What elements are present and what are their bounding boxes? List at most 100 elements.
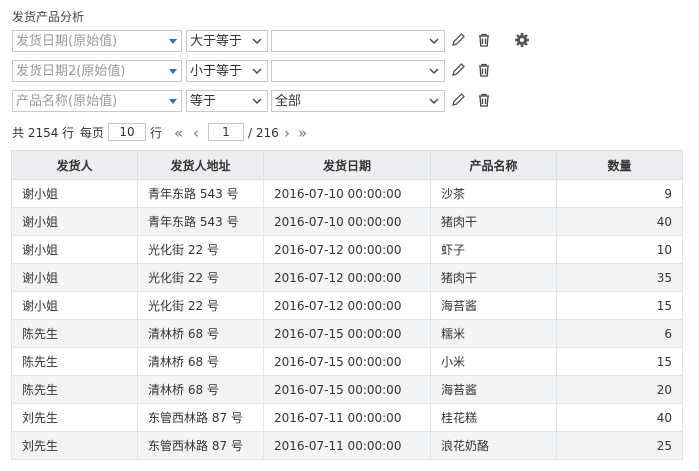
prev-page-button[interactable]: ‹ (193, 123, 199, 143)
column-header-ship-date[interactable]: 发货日期 (263, 150, 431, 180)
cell-date: 2016-07-12 00:00:00 (263, 235, 431, 264)
pencil-icon (452, 33, 465, 46)
filter-field-label: 发货日期2(原始值) (16, 64, 126, 79)
cell-shipper: 谢小姐 (11, 207, 138, 236)
cell-date: 2016-07-15 00:00:00 (263, 375, 431, 404)
per-page-prefix: 每页 (80, 126, 105, 140)
filter-field-select[interactable]: 发货日期2(原始值) (12, 60, 182, 82)
cell-quantity: 9 (556, 179, 683, 208)
filter-field-select[interactable]: 发货日期(原始值) (12, 30, 182, 52)
cell-product: 猪肉干 (430, 207, 557, 236)
cell-quantity: 6 (556, 319, 683, 348)
cell-quantity: 35 (556, 263, 683, 292)
pencil-icon (452, 93, 465, 106)
chevron-down-icon (429, 68, 439, 74)
filter-value-select[interactable]: 全部 (271, 90, 445, 112)
chevron-down-icon (429, 98, 439, 104)
trash-icon (479, 93, 489, 107)
filter-operator-select[interactable]: 小于等于 (186, 60, 268, 82)
filter-value-label: 全部 (275, 94, 302, 109)
filter-operator-label: 小于等于 (190, 64, 243, 79)
cell-product: 沙茶 (430, 179, 557, 208)
table-row: 陈先生 清林桥 68 号 2016-07-15 00:00:00 糯米 6 (11, 319, 683, 348)
per-page-suffix: 行 (150, 126, 163, 140)
cell-product: 浪花奶酪 (430, 431, 557, 460)
cell-quantity: 10 (556, 235, 683, 264)
delete-filter-button[interactable] (475, 91, 495, 111)
cell-date: 2016-07-15 00:00:00 (263, 319, 431, 348)
cell-quantity: 15 (556, 291, 683, 320)
edit-filter-button[interactable] (449, 61, 469, 81)
trash-icon (479, 63, 489, 77)
filter-field-select[interactable]: 产品名称(原始值) (12, 90, 182, 112)
cell-shipper: 陈先生 (11, 347, 138, 376)
chevron-down-icon (252, 38, 262, 44)
cell-address: 青年东路 543 号 (137, 207, 264, 236)
cell-address: 清林桥 68 号 (137, 319, 264, 348)
filter-operator-select[interactable]: 等于 (186, 90, 268, 112)
total-pages-label: / 216 (248, 126, 279, 140)
table-row: 陈先生 清林桥 68 号 2016-07-15 00:00:00 海苔酱 20 (11, 375, 683, 404)
table-row: 谢小姐 光化街 22 号 2016-07-12 00:00:00 海苔酱 15 (11, 291, 683, 320)
column-header-quantity[interactable]: 数量 (556, 150, 683, 180)
table-row: 陈先生 清林桥 68 号 2016-07-15 00:00:00 小米 15 (11, 347, 683, 376)
first-page-button[interactable]: « (174, 123, 183, 143)
cell-product: 糯米 (430, 319, 557, 348)
table-row: 刘先生 东管西林路 87 号 2016-07-11 00:00:00 浪花奶酪 … (11, 431, 683, 460)
cell-product: 海苔酱 (430, 375, 557, 404)
cell-address: 清林桥 68 号 (137, 347, 264, 376)
table-row: 刘先生 东管西林路 87 号 2016-07-11 00:00:00 桂花糕 4… (11, 403, 683, 432)
cell-address: 清林桥 68 号 (137, 375, 264, 404)
column-header-shipper[interactable]: 发货人 (11, 150, 138, 180)
cell-shipper: 刘先生 (11, 403, 138, 432)
edit-filter-button[interactable] (449, 91, 469, 111)
gear-icon (515, 33, 529, 47)
column-header-shipper-address[interactable]: 发货人地址 (137, 150, 264, 180)
trash-icon (479, 33, 489, 47)
settings-button[interactable] (513, 31, 533, 51)
cell-address: 青年东路 543 号 (137, 179, 264, 208)
next-page-button[interactable]: › (284, 123, 290, 143)
cell-product: 虾子 (430, 235, 557, 264)
cell-date: 2016-07-11 00:00:00 (263, 403, 431, 432)
cell-address: 东管西林路 87 号 (137, 431, 264, 460)
caret-down-icon (169, 39, 177, 44)
cell-shipper: 谢小姐 (11, 291, 138, 320)
cell-address: 光化街 22 号 (137, 235, 264, 264)
cell-date: 2016-07-10 00:00:00 (263, 207, 431, 236)
table-header-row: 发货人 发货人地址 发货日期 产品名称 数量 (11, 150, 683, 180)
chevron-down-icon (429, 38, 439, 44)
cell-shipper: 刘先生 (11, 431, 138, 460)
per-page-input[interactable]: 10 (108, 123, 146, 141)
filter-operator-label: 等于 (190, 94, 217, 109)
cell-shipper: 谢小姐 (11, 235, 138, 264)
pencil-icon (452, 63, 465, 76)
current-page-input[interactable]: 1 (208, 123, 244, 141)
table-row: 谢小姐 光化街 22 号 2016-07-12 00:00:00 虾子 10 (11, 235, 683, 264)
cell-quantity: 20 (556, 375, 683, 404)
cell-shipper: 陈先生 (11, 375, 138, 404)
cell-product: 海苔酱 (430, 291, 557, 320)
caret-down-icon (169, 69, 177, 74)
filter-field-label: 发货日期(原始值) (16, 34, 118, 49)
cell-quantity: 40 (556, 207, 683, 236)
caret-down-icon (169, 99, 177, 104)
filter-operator-select[interactable]: 大于等于 (186, 30, 268, 52)
delete-filter-button[interactable] (475, 61, 495, 81)
cell-shipper: 谢小姐 (11, 179, 138, 208)
table-row: 谢小姐 青年东路 543 号 2016-07-10 00:00:00 猪肉干 4… (11, 207, 683, 236)
cell-product: 猪肉干 (430, 263, 557, 292)
cell-quantity: 40 (556, 403, 683, 432)
column-header-product-name[interactable]: 产品名称 (430, 150, 557, 180)
cell-address: 光化街 22 号 (137, 263, 264, 292)
last-page-button[interactable]: » (298, 123, 307, 143)
delete-filter-button[interactable] (475, 31, 495, 51)
cell-date: 2016-07-10 00:00:00 (263, 179, 431, 208)
table-row: 谢小姐 青年东路 543 号 2016-07-10 00:00:00 沙茶 9 (11, 179, 683, 208)
filter-value-select[interactable] (271, 30, 445, 52)
edit-filter-button[interactable] (449, 31, 469, 51)
data-table: 发货人 发货人地址 发货日期 产品名称 数量 谢小姐 青年东路 543 号 20… (11, 150, 683, 460)
filter-value-select[interactable] (271, 60, 445, 82)
cell-address: 东管西林路 87 号 (137, 403, 264, 432)
cell-product: 桂花糕 (430, 403, 557, 432)
